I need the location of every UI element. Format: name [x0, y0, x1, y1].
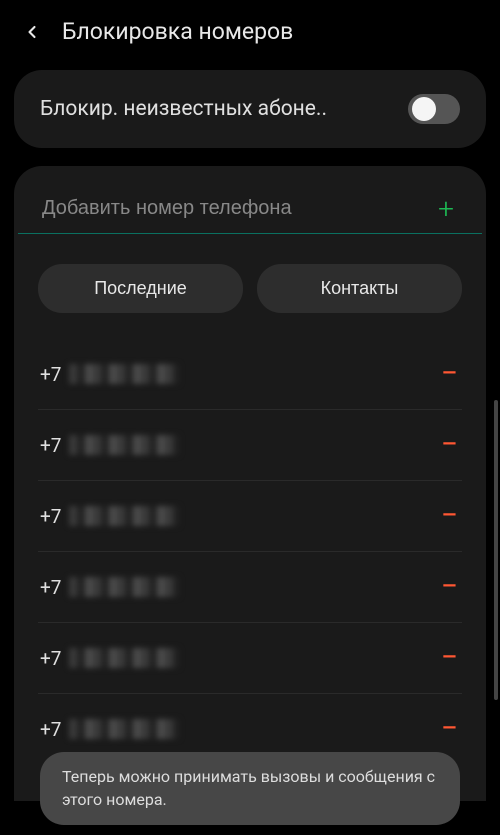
- remove-icon[interactable]: −: [439, 501, 460, 531]
- remove-icon[interactable]: −: [439, 359, 460, 389]
- remove-icon[interactable]: −: [439, 430, 460, 460]
- phone-number: +7: [40, 505, 179, 528]
- block-unknown-toggle[interactable]: [408, 94, 460, 124]
- remove-icon[interactable]: −: [439, 572, 460, 602]
- list-item: +7 −: [38, 481, 462, 552]
- phone-number: +7: [40, 718, 179, 741]
- page-title: Блокировка номеров: [62, 18, 293, 45]
- block-unknown-card[interactable]: Блокир. неизвестных абоне..: [14, 70, 486, 148]
- recent-button[interactable]: Последние: [38, 264, 243, 313]
- list-item: +7 −: [38, 552, 462, 623]
- scrollbar[interactable]: [494, 400, 498, 700]
- remove-icon[interactable]: −: [439, 714, 460, 744]
- list-item: +7 −: [38, 339, 462, 410]
- phone-number: +7: [40, 434, 179, 457]
- list-item: +7 −: [38, 410, 462, 481]
- phone-number: +7: [40, 576, 179, 599]
- blocked-list: +7 − +7 − +7 − +7 − +7 −: [14, 339, 486, 764]
- phone-number: +7: [40, 647, 179, 670]
- add-icon[interactable]: +: [434, 192, 458, 225]
- back-icon[interactable]: [20, 20, 44, 44]
- phone-input[interactable]: [42, 197, 434, 220]
- main-panel: + Последние Контакты +7 − +7 − +7 − +7: [14, 166, 486, 801]
- contacts-button[interactable]: Контакты: [257, 264, 462, 313]
- list-item: +7 −: [38, 623, 462, 694]
- block-unknown-label: Блокир. неизвестных абоне..: [40, 97, 398, 121]
- toast: Теперь можно принимать вызовы и сообщени…: [40, 752, 460, 825]
- remove-icon[interactable]: −: [439, 643, 460, 673]
- phone-number: +7: [40, 363, 179, 386]
